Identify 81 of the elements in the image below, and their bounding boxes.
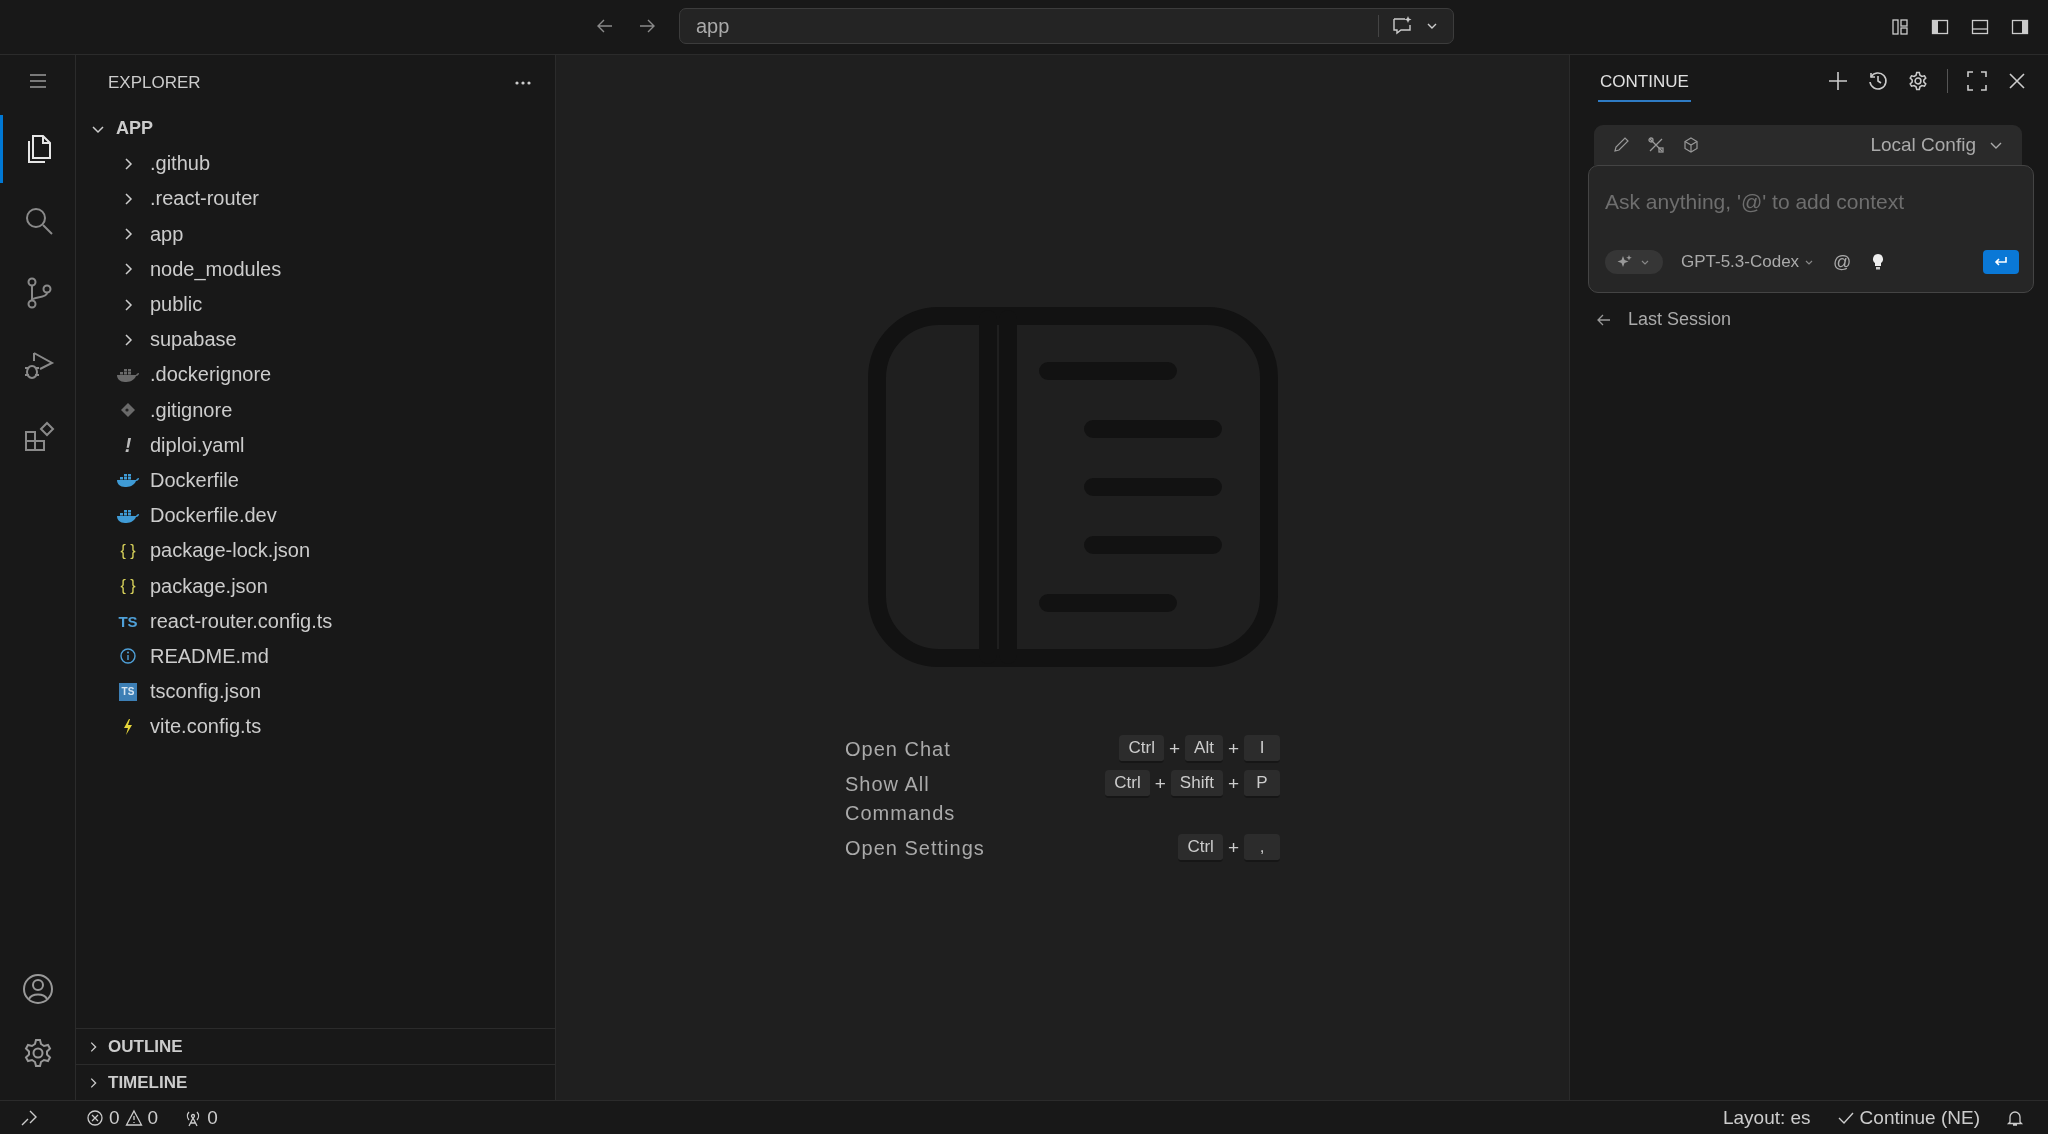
keyboard-key: Shift xyxy=(1170,770,1223,798)
file-item[interactable]: TS tsconfig.json xyxy=(76,674,555,710)
left-sidebar-icon[interactable] xyxy=(1930,17,1950,37)
search-text: app xyxy=(696,14,730,38)
shortcut-label: Show All Commands xyxy=(845,772,957,826)
folder-item[interactable]: APP xyxy=(76,111,555,147)
file-item[interactable]: { } package-lock.json xyxy=(76,533,555,569)
keyboard-key: Ctrl xyxy=(1178,834,1223,862)
error-count: 0 xyxy=(109,1106,120,1129)
model-dropdown[interactable]: GPT-5.3-Codex xyxy=(1681,252,1816,272)
keyboard-key: Ctrl xyxy=(1105,770,1150,798)
plus-sign: + xyxy=(1227,773,1239,795)
plus-sign: + xyxy=(1227,837,1239,859)
file-item[interactable]: Dockerfile.dev xyxy=(76,498,555,534)
error-icon xyxy=(86,1108,104,1127)
extension-label: Continue (NE) xyxy=(1859,1106,1980,1129)
file-item[interactable]: .dockerignore xyxy=(76,357,555,393)
explorer-title: EXPLORER xyxy=(108,73,201,93)
file-item[interactable]: TS react-router.config.ts xyxy=(76,603,555,639)
plus-icon[interactable] xyxy=(1827,70,1849,92)
shortcut-label: Open Chat xyxy=(845,737,952,762)
cube-icon[interactable] xyxy=(1682,136,1700,154)
keyboard-key: Ctrl xyxy=(1119,735,1164,763)
whale-icon xyxy=(116,507,140,524)
history-icon[interactable] xyxy=(1867,70,1889,92)
file-item[interactable]: vite.config.ts xyxy=(76,709,555,745)
keyboard-key: I xyxy=(1244,735,1280,763)
keyboard-key: , xyxy=(1244,834,1280,862)
pencil-icon[interactable] xyxy=(1612,136,1630,154)
chat-input[interactable]: Ask anything, '@' to add context GPT-5.3-Codex @ xyxy=(1588,165,2034,293)
mention-button[interactable]: @ xyxy=(1833,251,1852,273)
json-icon: { } xyxy=(116,541,140,560)
panel-tab[interactable]: CONTINUE xyxy=(1598,60,1691,102)
problems-status[interactable]: 0 0 xyxy=(86,1106,159,1129)
extensions-icon[interactable] xyxy=(22,420,56,454)
layout-icon[interactable] xyxy=(1890,17,1910,37)
yaml-icon: ! xyxy=(116,433,140,457)
keyboard-key: P xyxy=(1244,770,1280,798)
command-center-field[interactable]: app xyxy=(679,8,1454,44)
folder-item[interactable]: .react-router xyxy=(76,181,555,217)
config-dropdown[interactable]: Local Config xyxy=(1870,134,2004,156)
section-header[interactable]: OUTLINE xyxy=(76,1028,555,1064)
last-session-link[interactable]: Last Session xyxy=(1596,309,1732,330)
send-button[interactable] xyxy=(1983,250,2019,274)
bell-icon[interactable] xyxy=(2006,1108,2024,1127)
file-item[interactable]: .gitignore xyxy=(76,392,555,428)
warning-count: 0 xyxy=(147,1106,159,1129)
plus-sign: + xyxy=(1154,773,1166,795)
fullscreen-icon[interactable] xyxy=(1966,70,1988,92)
typescript-config-icon: TS xyxy=(119,682,137,701)
chat-icon[interactable] xyxy=(1391,15,1413,37)
folder-item[interactable]: app xyxy=(76,216,555,252)
whale-icon xyxy=(116,366,140,383)
remote-icon[interactable] xyxy=(20,1108,38,1127)
file-item[interactable]: { } package.json xyxy=(76,568,555,604)
plus-sign: + xyxy=(1168,738,1181,760)
folder-item[interactable]: supabase xyxy=(76,322,555,358)
folder-item[interactable]: node_modules xyxy=(76,251,555,287)
ports-count: 0 xyxy=(207,1106,218,1129)
extension-status[interactable]: Continue (NE) xyxy=(1836,1106,1980,1129)
plus-sign: + xyxy=(1227,738,1239,760)
json-icon: { } xyxy=(116,577,140,596)
section-header[interactable]: TIMELINE xyxy=(76,1064,555,1100)
ports-status[interactable]: 0 xyxy=(184,1106,218,1129)
typescript-icon: TS xyxy=(116,612,140,630)
folder-item[interactable]: .github xyxy=(76,146,555,182)
mode-dropdown[interactable] xyxy=(1605,250,1663,274)
folder-item[interactable]: public xyxy=(76,286,555,323)
tools-icon[interactable] xyxy=(1647,136,1665,154)
keyboard-key: Alt xyxy=(1185,735,1223,763)
settings-icon[interactable] xyxy=(1907,70,1929,92)
account-icon[interactable] xyxy=(20,972,55,1006)
layout-status[interactable]: Layout: es xyxy=(1722,1106,1811,1129)
right-sidebar-icon[interactable] xyxy=(2010,17,2030,37)
file-item[interactable]: Dockerfile xyxy=(76,462,555,499)
bottom-panel-icon[interactable] xyxy=(1970,17,1990,37)
file-item[interactable]: README.md xyxy=(76,638,555,674)
whale-icon xyxy=(116,472,140,489)
file-item[interactable]: ! diploi.yaml xyxy=(76,427,555,463)
warning-icon xyxy=(124,1108,143,1127)
shortcut-label: Open Settings xyxy=(845,836,986,861)
